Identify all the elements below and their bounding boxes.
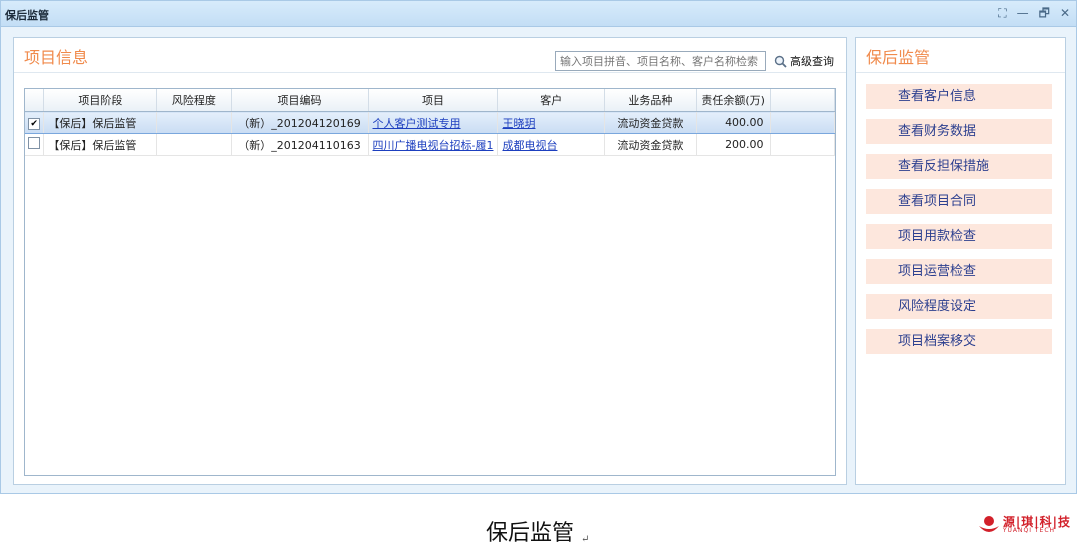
row-risk [156, 111, 232, 134]
header-risk[interactable]: 风险程度 [156, 89, 232, 112]
paragraph-mark: ↵ [581, 534, 590, 545]
header-code[interactable]: 项目编码 [231, 89, 369, 112]
client-link[interactable]: 成都电视台 [502, 139, 557, 152]
project-link[interactable]: 四川广播电视台招标-履1 [373, 139, 494, 152]
window-title: 保后监管 [5, 9, 49, 22]
caption: 保后监管 ↵ [486, 515, 589, 547]
minimize-icon[interactable]: — [1017, 5, 1029, 21]
row-checkbox[interactable]: ✔ [25, 111, 45, 134]
view-financial-data-button[interactable]: 查看财务数据 [866, 119, 1052, 144]
title-bar: 保后监管 ⛶ — 🗗 ✕ [1, 1, 1076, 27]
post-loan-monitor-panel: 保后监管 查看客户信息 查看财务数据 查看反担保措施 查看项目合同 项目用款检查… [855, 37, 1066, 485]
checked-icon[interactable]: ✔ [28, 117, 41, 130]
row-stage: 【保后】保后监管 [43, 111, 158, 134]
search-icon [774, 55, 787, 68]
advanced-search-label: 高级查询 [790, 55, 834, 68]
client-link[interactable]: 王晓玥 [502, 117, 535, 130]
row-stage: 【保后】保后监管 [43, 133, 158, 156]
view-client-info-button[interactable]: 查看客户信息 [866, 84, 1052, 109]
panel-title: 项目信息 [24, 48, 89, 67]
logo-icon [978, 516, 999, 532]
row-balance: 200.00 [696, 133, 771, 156]
row-client-cell: 王晓玥 [497, 111, 606, 134]
panel-title: 保后监管 [866, 48, 931, 67]
header-business[interactable]: 业务品种 [604, 89, 697, 112]
row-project-cell: 个人客户测试专用 [368, 111, 499, 134]
table-row[interactable]: ✔ 【保后】保后监管 （新）_201204120169 个人客户测试专用 王晓玥… [25, 111, 836, 134]
header-stage[interactable]: 项目阶段 [43, 89, 158, 112]
logo-text: 源|琪|科|技 YUANQI TECH [1003, 516, 1071, 534]
close-icon[interactable]: ✕ [1060, 5, 1070, 21]
header-project[interactable]: 项目 [368, 89, 499, 112]
action-list: 查看客户信息 查看财务数据 查看反担保措施 查看项目合同 项目用款检查 项目运营… [866, 84, 1052, 364]
table-header: 项目阶段 风险程度 项目编码 项目 客户 业务品种 责任余额(万) [25, 89, 836, 112]
view-counter-guarantee-button[interactable]: 查看反担保措施 [866, 154, 1052, 179]
row-project-cell: 四川广播电视台招标-履1 [368, 133, 499, 156]
caption-text: 保后监管 [486, 521, 575, 546]
archive-transfer-button[interactable]: 项目档案移交 [866, 329, 1052, 354]
divider [14, 72, 846, 73]
project-table: 项目阶段 风险程度 项目编码 项目 客户 业务品种 责任余额(万) ✔ 【保后】… [24, 88, 836, 476]
header-balance[interactable]: 责任余额(万) [696, 89, 771, 112]
header-filler [770, 89, 836, 112]
view-project-contract-button[interactable]: 查看项目合同 [866, 189, 1052, 214]
company-logo: 源|琪|科|技 YUANQI TECH [977, 514, 1071, 536]
window-controls: ⛶ — 🗗 ✕ [998, 5, 1070, 21]
unchecked-icon[interactable] [28, 137, 41, 149]
table-row[interactable]: 【保后】保后监管 （新）_201204110163 四川广播电视台招标-履1 成… [25, 133, 836, 156]
row-business: 流动资金贷款 [604, 133, 697, 156]
row-checkbox[interactable] [25, 133, 45, 156]
restore-icon[interactable]: 🗗 [1039, 5, 1050, 21]
divider [856, 72, 1065, 73]
row-code: （新）_201204120169 [231, 111, 369, 134]
app-window: 保后监管 ⛶ — 🗗 ✕ 项目信息 高级查询 [0, 0, 1077, 494]
row-business: 流动资金贷款 [604, 111, 697, 134]
row-filler [770, 111, 836, 134]
advanced-search-button[interactable]: 高级查询 [774, 53, 834, 69]
operation-check-button[interactable]: 项目运营检查 [866, 259, 1052, 284]
search-input[interactable] [555, 51, 766, 71]
row-client-cell: 成都电视台 [497, 133, 606, 156]
header-select [25, 89, 45, 112]
logo-en: YUANQI TECH [1002, 527, 1056, 534]
row-balance: 400.00 [696, 111, 771, 134]
header-client[interactable]: 客户 [497, 89, 606, 112]
fund-usage-check-button[interactable]: 项目用款检查 [866, 224, 1052, 249]
risk-level-setting-button[interactable]: 风险程度设定 [866, 294, 1052, 319]
row-filler [770, 133, 836, 156]
maximize-icon[interactable]: ⛶ [998, 5, 1006, 21]
project-info-panel: 项目信息 高级查询 项目阶段 风险程度 [13, 37, 847, 485]
row-risk [156, 133, 232, 156]
project-link[interactable]: 个人客户测试专用 [373, 117, 461, 130]
row-code: （新）_201204110163 [231, 133, 369, 156]
